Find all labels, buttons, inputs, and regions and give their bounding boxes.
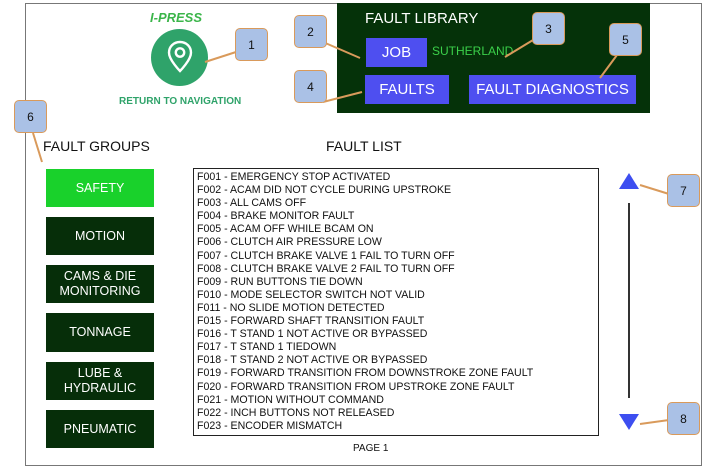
callout-badge-3: 3 — [532, 12, 565, 45]
callout-badge-8: 8 — [667, 402, 700, 435]
callout-badge-2: 2 — [294, 15, 327, 48]
callout-badge-7: 7 — [667, 174, 700, 207]
callout-badge-6: 6 — [14, 100, 47, 133]
callout-leader-lines — [32, 36, 670, 425]
callout-badge-5: 5 — [609, 23, 642, 56]
callout-badge-4: 4 — [294, 70, 327, 103]
callout-badge-1: 1 — [235, 28, 268, 61]
